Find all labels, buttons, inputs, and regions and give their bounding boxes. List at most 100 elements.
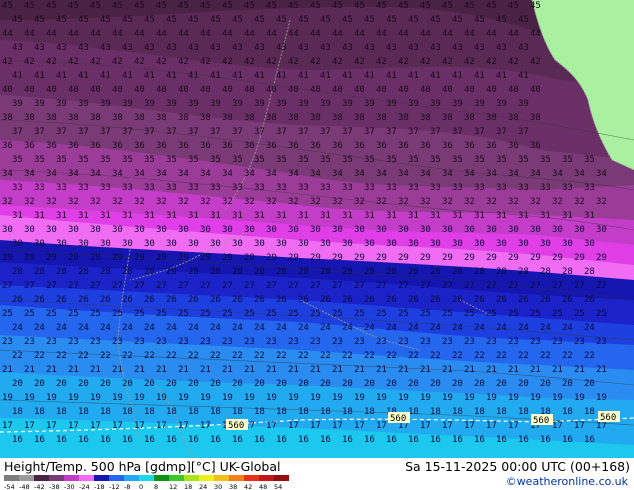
contour-label: 35 [254, 155, 265, 165]
contour-label: 40 [288, 85, 299, 95]
contour-label: 20 [122, 379, 133, 389]
contour-label: 17 [288, 421, 299, 431]
contour-label: 45 [156, 1, 167, 11]
contour-label: 23 [222, 337, 233, 347]
contour-label: 45 [134, 1, 145, 11]
contour-label: 37 [100, 127, 111, 137]
contour-label: 44 [200, 29, 211, 39]
credit-link[interactable]: ©weatheronline.co.uk [506, 475, 628, 488]
contour-label: 26 [408, 295, 419, 305]
contour-label: 36 [310, 141, 321, 151]
contour-label: 38 [354, 113, 365, 123]
contour-label: 34 [420, 169, 431, 179]
contour-label: 30 [530, 225, 541, 235]
temperature-field: 45 45 45 45 45 45 45 45 45 45 45 45 45 45 45 45 45 45 45 45… [0, 0, 634, 458]
contour-label: 35 [12, 155, 23, 165]
contour-label: 26 [122, 295, 133, 305]
contour-label: 37 [232, 127, 243, 137]
contour-label: 30 [90, 225, 101, 235]
contour-label: 31 [210, 211, 221, 221]
contour-label: 20 [430, 379, 441, 389]
contour-label: 21 [200, 365, 211, 375]
contour-label: 32 [310, 197, 321, 207]
contour-label: 25 [486, 309, 497, 319]
contour-label: 39 [254, 99, 265, 109]
contour-label: 39 [320, 99, 331, 109]
contour-label: 25 [354, 309, 365, 319]
contour-label: 30 [552, 225, 563, 235]
contour-label: 44 [288, 29, 299, 39]
contour-label: 32 [156, 197, 167, 207]
contour-label: 21 [508, 365, 519, 375]
contour-label: 19 [464, 393, 475, 403]
contour-label: 21 [530, 365, 541, 375]
contour-label: 27 [178, 281, 189, 291]
contour-label: 42 [508, 57, 519, 67]
contour-label: 44 [266, 29, 277, 39]
contour-label: 26 [34, 295, 45, 305]
contour-label: 33 [562, 183, 573, 193]
scale-label: -30 [64, 483, 75, 490]
contour-label: 24 [386, 323, 397, 333]
contour-label: 41 [452, 71, 463, 81]
contour-label: 19 [486, 393, 497, 403]
contour-label: 28 [188, 267, 199, 277]
contour-label: 29 [508, 253, 519, 263]
weather-map[interactable]: 45 45 45 45 45 45 45 45 45 45 45 45 45 45 45 45 45 45 45 45… [0, 0, 634, 458]
contour-label: 20 [320, 379, 331, 389]
contour-label: 45 [100, 15, 111, 25]
contour-label: 18 [56, 407, 67, 417]
contour-label: 19 [354, 393, 365, 403]
contour-label: 40 [24, 85, 35, 95]
contour-label: 24 [298, 323, 309, 333]
contour-label: 42 [68, 57, 79, 67]
contour-label: 28 [452, 267, 463, 277]
contour-label: 36 [332, 141, 343, 151]
contour-label: 22 [518, 351, 529, 361]
contour-label: 24 [320, 323, 331, 333]
scale-swatch [154, 475, 169, 481]
contour-label: 29 [442, 253, 453, 263]
contour-label: 25 [574, 309, 585, 319]
contour-label: 22 [188, 351, 199, 361]
contour-label: 16 [320, 435, 331, 445]
contour-label: 45 [178, 1, 189, 11]
contour-label: 39 [298, 99, 309, 109]
contour-label: 45 [530, 1, 541, 11]
contour-label: 16 [78, 435, 89, 445]
contour-label: 20 [232, 379, 243, 389]
contour-label: 42 [24, 57, 35, 67]
contour-label: 27 [68, 281, 79, 291]
contour-label: 34 [486, 169, 497, 179]
contour-label: 22 [540, 351, 551, 361]
contour-label: 45 [266, 1, 277, 11]
contour-label: 17 [178, 421, 189, 431]
contour-label: 33 [430, 183, 441, 193]
contour-label: 42 [288, 57, 299, 67]
contour-label: 44 [486, 29, 497, 39]
contour-label: 45 [56, 15, 67, 25]
contour-label: 18 [34, 407, 45, 417]
contour-label: 26 [320, 295, 331, 305]
contour-label: 43 [166, 43, 177, 53]
contour-label: 16 [452, 435, 463, 445]
contour-label: 31 [122, 211, 133, 221]
contour-label: 30 [442, 225, 453, 235]
contour-label: 19 [552, 393, 563, 403]
contour-label: 36 [178, 141, 189, 151]
height-label: 560 [533, 416, 549, 426]
contour-label: 30 [244, 225, 255, 235]
contour-label: 17 [464, 421, 475, 431]
contour-label: 22 [100, 351, 111, 361]
footer: Height/Temp. 500 hPa [gdmp][°C] UK-Globa… [0, 458, 634, 490]
contour-label: 37 [342, 127, 353, 137]
contour-label: 29 [134, 253, 145, 263]
contour-label: 35 [562, 155, 573, 165]
contour-label: 27 [552, 281, 563, 291]
contour-label: 25 [508, 309, 519, 319]
contour-label: 27 [332, 281, 343, 291]
contour-label: 24 [210, 323, 221, 333]
contour-label: 26 [364, 295, 375, 305]
contour-label: 30 [474, 239, 485, 249]
contour-label: 26 [276, 295, 287, 305]
